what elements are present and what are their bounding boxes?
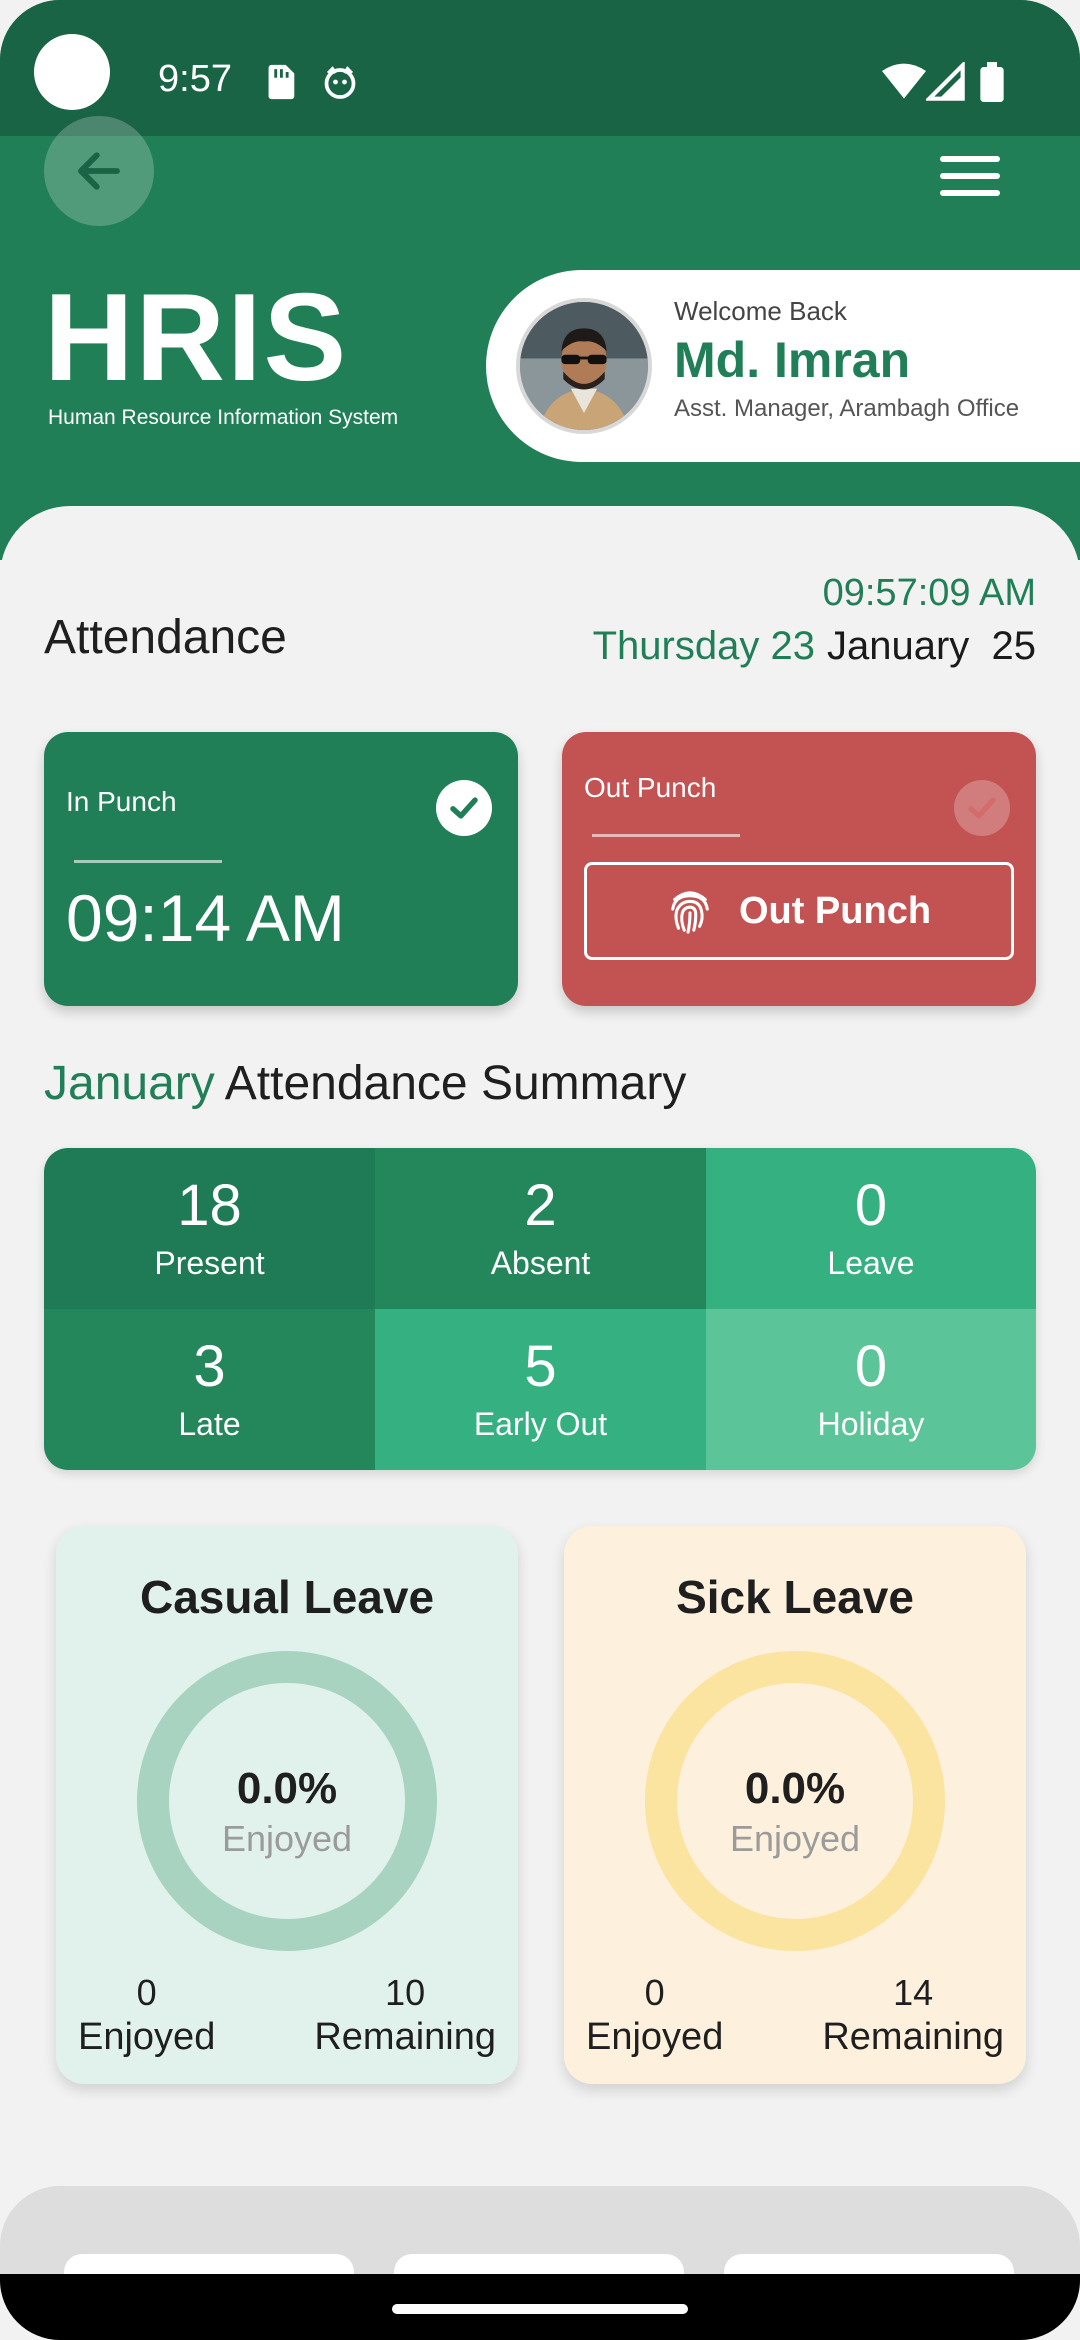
- user-role: Asst. Manager, Arambagh Office: [674, 395, 1020, 422]
- enjoyed-label: Enjoyed: [586, 2016, 724, 2058]
- leave-percent: 0.0%: [236, 1764, 338, 1813]
- summary-title: January Attendance Summary: [44, 1056, 686, 1111]
- logo-title: HRIS: [44, 269, 349, 407]
- battery-icon: [980, 62, 1004, 102]
- remaining-count: 10: [385, 1972, 426, 2013]
- leave-remaining: 14 Remaining: [822, 1972, 1004, 2059]
- welcome-label: Welcome Back: [674, 296, 847, 326]
- status-bar: 9:57: [0, 0, 1080, 136]
- in-punch-time: 09:14 AM: [66, 881, 345, 955]
- check-icon: [436, 780, 492, 836]
- in-punch-label: In Punch: [66, 786, 177, 817]
- remaining-label: Remaining: [314, 2016, 496, 2058]
- divider: [74, 860, 222, 863]
- remaining-label: Remaining: [822, 2016, 1004, 2058]
- leave-enjoyed: 0 Enjoyed: [78, 1972, 215, 2059]
- back-button[interactable]: [44, 116, 154, 226]
- attendance-title: Attendance: [44, 611, 287, 664]
- wifi-icon: [882, 63, 926, 99]
- summary-cell-late[interactable]: 3 Late: [44, 1309, 375, 1470]
- cell-value: 0: [854, 1173, 888, 1238]
- signal-icon: [926, 62, 965, 101]
- leave-percent: 0.0%: [744, 1764, 846, 1813]
- date-day: Thursday 23: [592, 624, 815, 668]
- leave-percent-label: Enjoyed: [221, 1818, 353, 1859]
- leave-title: Casual Leave: [139, 1571, 435, 1623]
- cell-label: Leave: [827, 1245, 915, 1281]
- cell-label: Absent: [490, 1245, 591, 1281]
- enjoyed-count: 0: [136, 1972, 157, 2013]
- summary-title-text: Attendance Summary: [224, 1057, 687, 1110]
- summary-cell-present[interactable]: 18 Present: [44, 1148, 375, 1309]
- cell-label: Present: [154, 1245, 265, 1281]
- divider: [592, 834, 740, 837]
- remaining-count: 14: [893, 1972, 934, 2013]
- cat-icon: [324, 66, 356, 99]
- cell-label: Early Out: [473, 1406, 608, 1442]
- summary-month: January: [44, 1057, 215, 1110]
- leave-percent-label: Enjoyed: [729, 1818, 861, 1859]
- cell-value: 0: [854, 1334, 888, 1399]
- date-month-year: January 25: [826, 624, 1036, 668]
- summary-cell-leave[interactable]: 0 Leave: [706, 1148, 1036, 1309]
- cell-value: 18: [177, 1173, 242, 1238]
- menu-button[interactable]: [940, 156, 1000, 206]
- status-time: 9:57: [158, 58, 232, 100]
- in-punch-card: In Punch 09:14 AM: [44, 732, 518, 1006]
- leave-enjoyed: 0 Enjoyed: [586, 1972, 723, 2059]
- leave-title: Sick Leave: [676, 1571, 914, 1623]
- summary-cell-absent[interactable]: 2 Absent: [375, 1148, 706, 1309]
- welcome-card: Welcome Back Md. Imran Asst. Manager, Ar…: [486, 270, 1080, 462]
- live-clock: 09:57:09 AM: [822, 572, 1036, 614]
- user-name: Md. Imran: [674, 332, 911, 388]
- hris-logo: HRIS Human Resource Information System: [44, 269, 399, 430]
- menu-icon: [940, 156, 1000, 162]
- cell-value: 5: [524, 1334, 557, 1399]
- attendance-summary-grid: 18 Present 2 Absent 0 Leave 3 Late 5 Early Ou…: [44, 1148, 1036, 1470]
- enjoyed-count: 0: [644, 1972, 665, 2013]
- summary-cell-early-out[interactable]: 5 Early Out: [375, 1309, 706, 1470]
- out-punch-card: Out Punch Out Punch: [562, 732, 1036, 1006]
- out-punch-button[interactable]: Out Punch: [584, 862, 1014, 960]
- camera-cutout: [34, 34, 110, 110]
- home-indicator[interactable]: [392, 2304, 688, 2314]
- cell-value: 2: [524, 1173, 557, 1238]
- cell-label: Late: [178, 1406, 241, 1442]
- avatar[interactable]: [516, 298, 652, 434]
- fingerprint-icon: [671, 891, 709, 934]
- cell-value: 3: [193, 1334, 226, 1399]
- current-date: Thursday 23 January 25: [593, 624, 1036, 669]
- avatar-photo: [520, 302, 648, 430]
- logo-subtitle: Human Resource Information System: [48, 406, 399, 429]
- casual-leave-card[interactable]: Casual Leave 0.0% Enjoyed 0 Enjoyed 10 R…: [56, 1526, 518, 2084]
- app-screen: 9:57 HRIS Human Resource Information Sys…: [0, 0, 1080, 2340]
- summary-cell-holiday[interactable]: 0 Holiday: [706, 1309, 1036, 1470]
- menu-icon-bar: [940, 173, 1000, 179]
- sick-leave-card[interactable]: Sick Leave 0.0% Enjoyed 0 Enjoyed 14 Rem…: [564, 1526, 1026, 2084]
- arrow-left-icon: [78, 152, 120, 190]
- out-punch-label: Out Punch: [584, 772, 717, 803]
- check-icon: [954, 780, 1010, 836]
- out-punch-button-label: Out Punch: [738, 889, 932, 932]
- leave-remaining: 10 Remaining: [314, 1972, 496, 2059]
- enjoyed-label: Enjoyed: [78, 2016, 216, 2058]
- menu-icon-bar: [940, 190, 1000, 196]
- sd-card-icon: [268, 64, 295, 100]
- cell-label: Holiday: [817, 1406, 925, 1442]
